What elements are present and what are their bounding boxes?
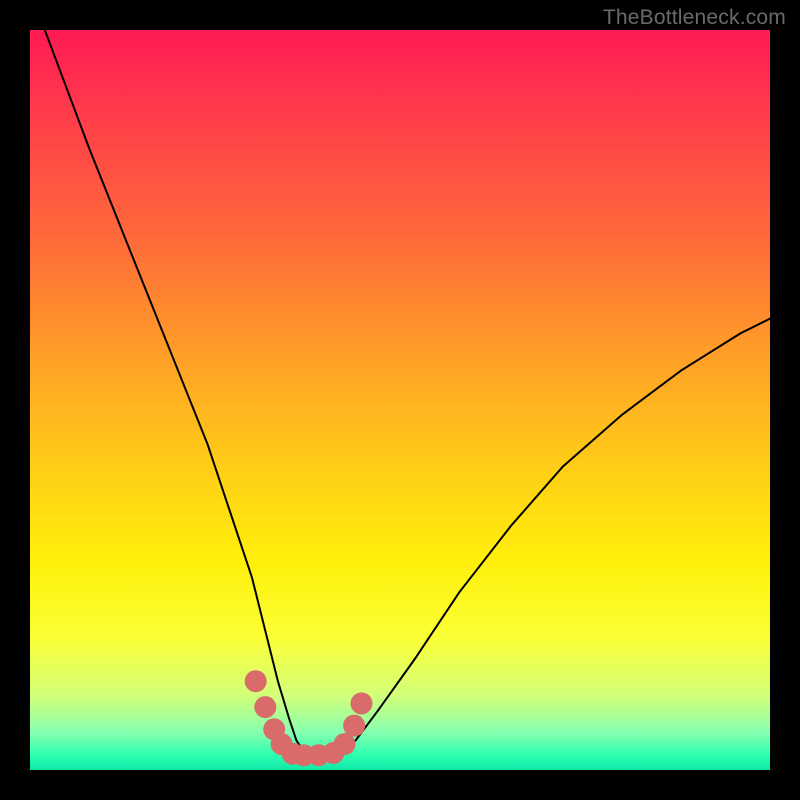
highlight-dot bbox=[351, 692, 373, 714]
highlight-dot bbox=[254, 696, 276, 718]
bottleneck-curve bbox=[45, 30, 770, 755]
highlight-dot bbox=[343, 715, 365, 737]
highlight-dot bbox=[245, 670, 267, 692]
plot-area bbox=[30, 30, 770, 770]
watermark: TheBottleneck.com bbox=[603, 6, 786, 30]
optimal-range-markers bbox=[245, 670, 373, 766]
chart-svg bbox=[30, 30, 770, 770]
